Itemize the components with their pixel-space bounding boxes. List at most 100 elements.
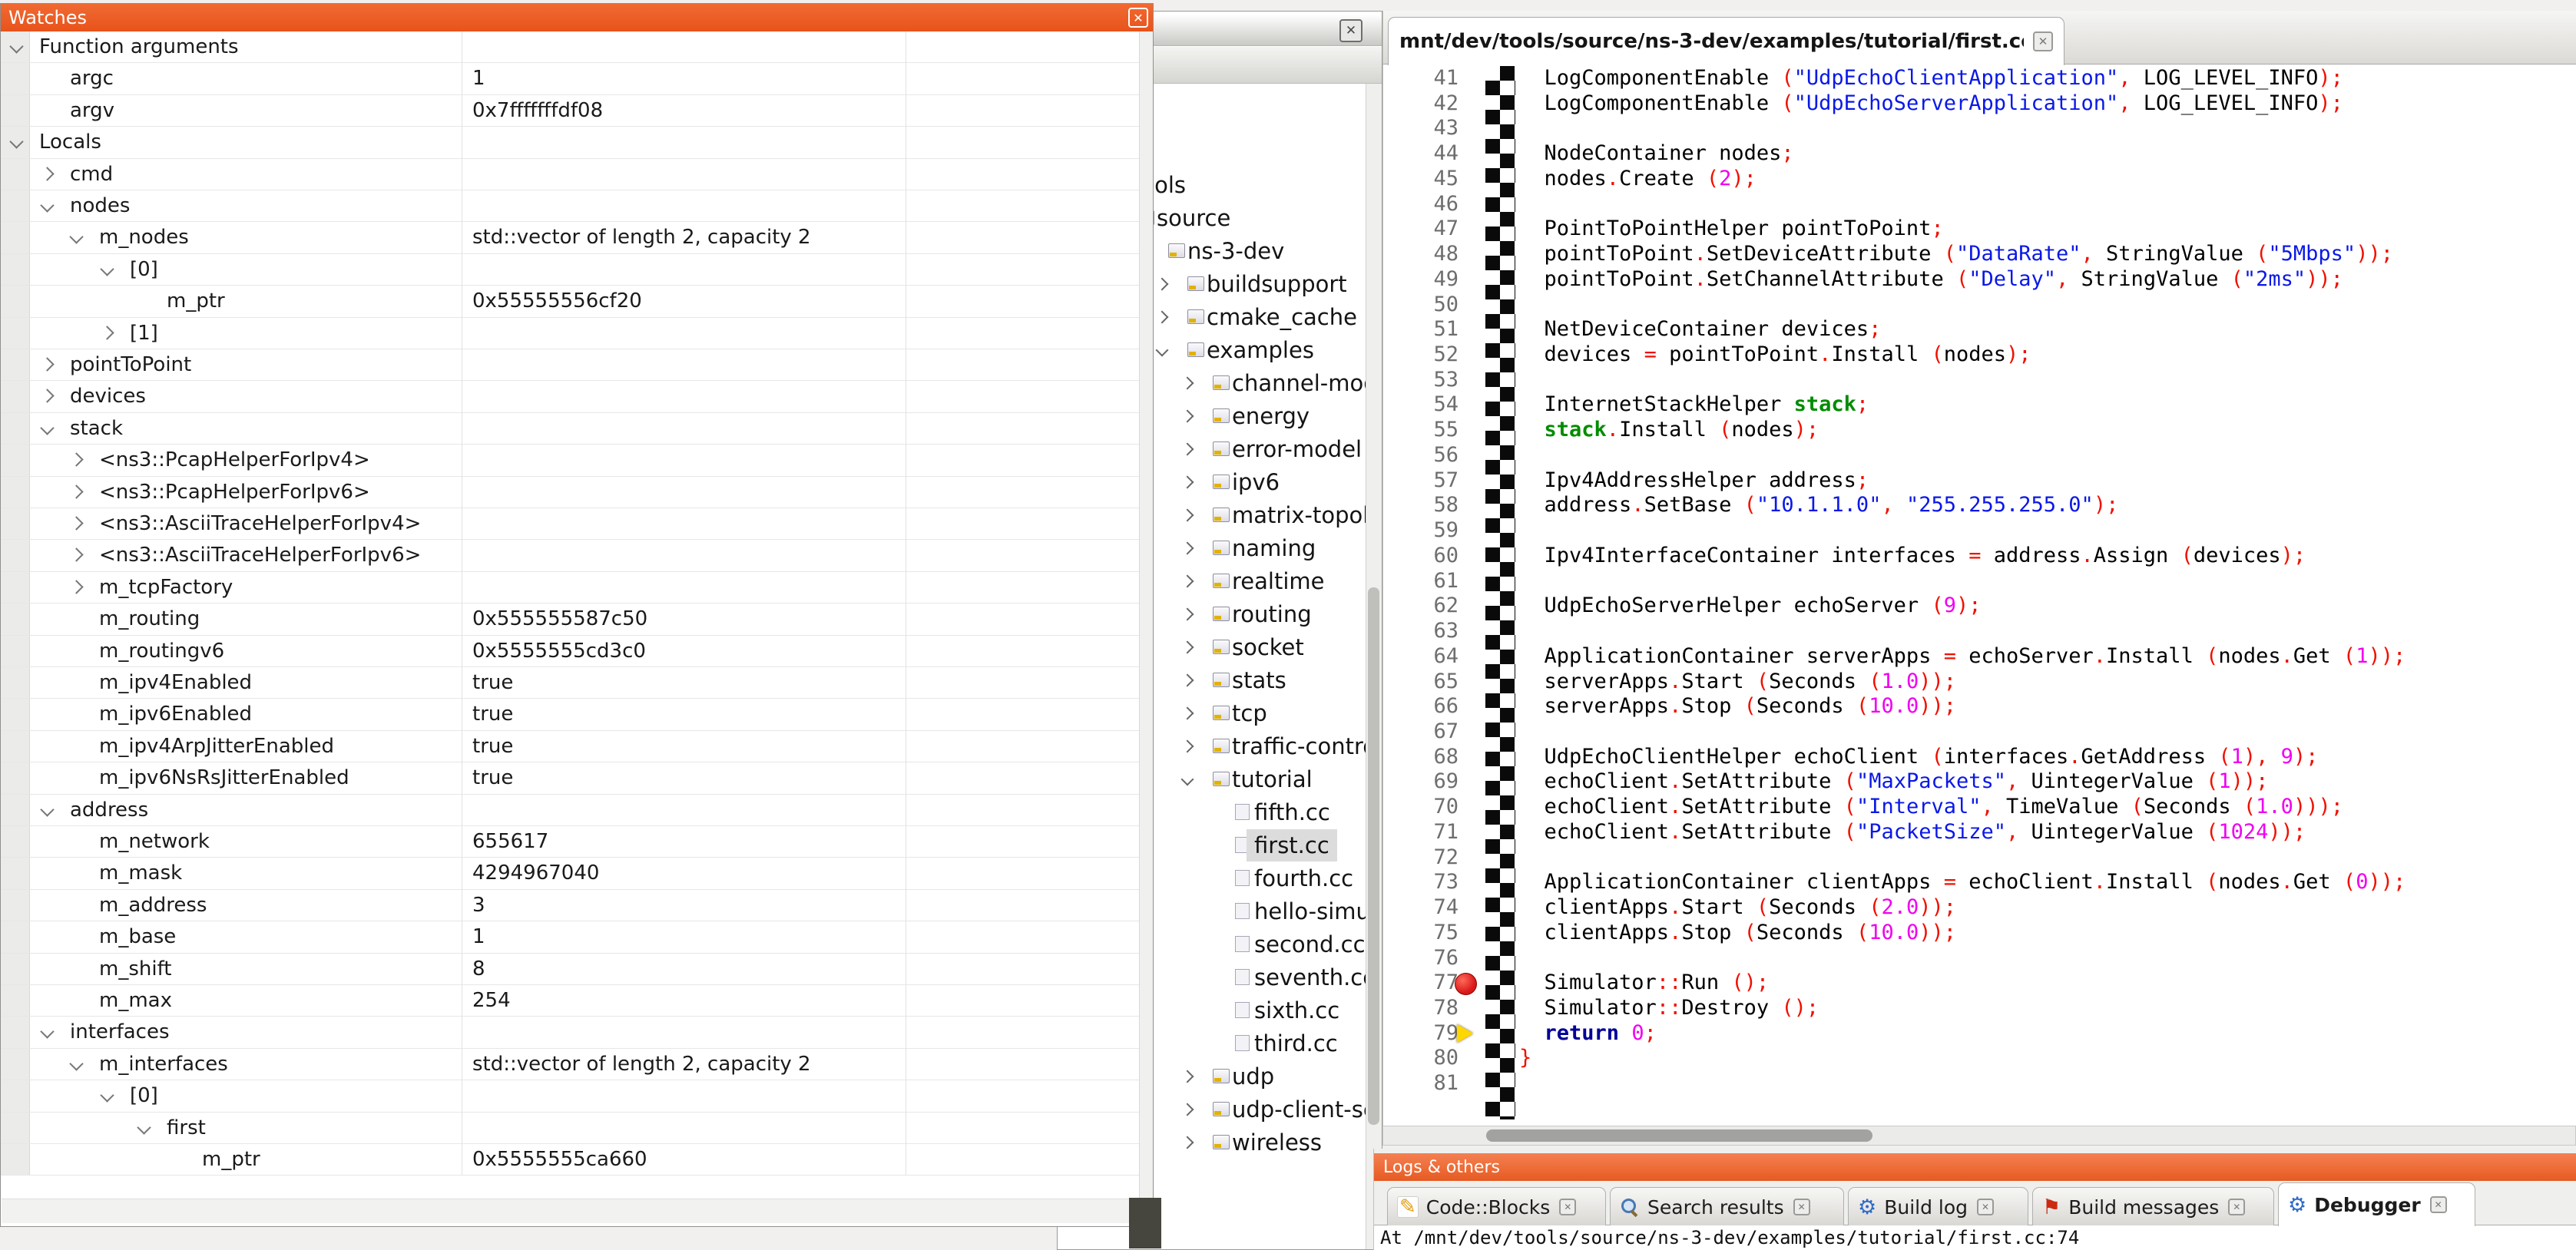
watch-row[interactable]: m_base1	[1, 921, 1139, 953]
code-line[interactable]: 67	[1383, 719, 2576, 745]
code-line[interactable]: 79 return 0;	[1383, 1021, 2576, 1047]
chevron-right-icon[interactable]	[1181, 740, 1194, 753]
code-line[interactable]: 54 InternetStackHelper stack;	[1383, 392, 2576, 418]
code-line[interactable]: 64 ApplicationContainer serverApps = ech…	[1383, 644, 2576, 670]
watch-row[interactable]: m_routing0x555555587c50	[1, 604, 1139, 635]
code-line[interactable]: 72	[1383, 845, 2576, 871]
watch-row[interactable]: argc1	[1, 63, 1139, 94]
code-line[interactable]: 52 devices = pointToPoint.Install (nodes…	[1383, 342, 2576, 368]
chevron-down-icon[interactable]	[9, 39, 23, 53]
watch-row[interactable]: nodes	[1, 190, 1139, 222]
chevron-right-icon[interactable]	[1181, 476, 1194, 489]
code-line[interactable]: 80}	[1383, 1046, 2576, 1071]
watch-row[interactable]: [1]	[1, 318, 1139, 349]
chevron-right-icon[interactable]	[100, 326, 114, 339]
chevron-right-icon[interactable]	[1156, 311, 1169, 324]
code-line[interactable]: 81	[1383, 1071, 2576, 1096]
chevron-down-icon[interactable]	[9, 134, 23, 148]
close-icon[interactable]: ✕	[2033, 31, 2053, 51]
watches-hscrollbar[interactable]	[2, 1199, 1138, 1223]
chevron-right-icon[interactable]	[1181, 443, 1194, 456]
watch-row[interactable]: m_ipv4ArpJitterEnabledtrue	[1, 731, 1139, 762]
chevron-right-icon[interactable]	[69, 516, 83, 530]
chevron-down-icon[interactable]	[1156, 344, 1169, 357]
chevron-right-icon[interactable]	[1181, 410, 1194, 423]
editor-hscrollbar-handle[interactable]	[1486, 1129, 1872, 1142]
code-line[interactable]: 74 clientApps.Start (Seconds (2.0));	[1383, 895, 2576, 921]
code-line[interactable]: 57 Ipv4AddressHelper address;	[1383, 468, 2576, 494]
code-line[interactable]: 70 echoClient.SetAttribute ("Interval", …	[1383, 795, 2576, 820]
watch-row[interactable]: [0]	[1, 1080, 1139, 1112]
logs-tab-build-log[interactable]: ⚙Build log✕	[1848, 1187, 2028, 1226]
code-line[interactable]: 42 LogComponentEnable ("UdpEchoServerApp…	[1383, 91, 2576, 117]
code-line[interactable]: 69 echoClient.SetAttribute ("MaxPackets"…	[1383, 769, 2576, 795]
chevron-down-icon[interactable]	[69, 230, 83, 244]
resize-grip[interactable]	[1129, 1198, 1161, 1248]
chevron-right-icon[interactable]	[1181, 674, 1194, 687]
chevron-right-icon[interactable]	[1156, 278, 1169, 291]
code-line[interactable]: 51 NetDeviceContainer devices;	[1383, 317, 2576, 342]
code-line[interactable]: 73 ApplicationContainer clientApps = ech…	[1383, 870, 2576, 895]
chevron-down-icon[interactable]	[40, 802, 54, 816]
watches-vscrollbar[interactable]	[1139, 31, 1153, 1199]
watch-row[interactable]: <ns3::AsciiTraceHelperForIpv6>	[1, 540, 1139, 571]
breakpoint-icon[interactable]	[1455, 973, 1477, 995]
chevron-down-icon[interactable]	[40, 1025, 54, 1039]
code-line[interactable]: 75 clientApps.Stop (Seconds (10.0));	[1383, 921, 2576, 946]
watch-row[interactable]: m_max254	[1, 985, 1139, 1017]
logs-tab-code-blocks[interactable]: ✎Code::Blocks✕	[1387, 1187, 1606, 1226]
watch-row[interactable]: <ns3::PcapHelperForIpv6>	[1, 477, 1139, 508]
code-line[interactable]: 63	[1383, 619, 2576, 644]
code-line[interactable]: 41 LogComponentEnable ("UdpEchoClientApp…	[1383, 66, 2576, 91]
tree-scrollbar-handle[interactable]	[1368, 587, 1379, 1125]
watch-row[interactable]: m_routingv60x5555555cd3c0	[1, 636, 1139, 667]
chevron-right-icon[interactable]	[1181, 542, 1194, 555]
chevron-down-icon[interactable]	[100, 262, 114, 276]
chevron-right-icon[interactable]	[1181, 1103, 1194, 1116]
watch-row[interactable]: [0]	[1, 254, 1139, 286]
chevron-down-icon[interactable]	[137, 1120, 151, 1134]
watch-row[interactable]: devices	[1, 381, 1139, 412]
watch-row[interactable]: stack	[1, 413, 1139, 445]
watch-row[interactable]: m_network655617	[1, 826, 1139, 858]
editor-hscrollbar[interactable]	[1382, 1126, 2576, 1146]
watch-row[interactable]: <ns3::AsciiTraceHelperForIpv4>	[1, 508, 1139, 540]
chevron-right-icon[interactable]	[1181, 707, 1194, 720]
code-line[interactable]: 49 pointToPoint.SetChannelAttribute ("De…	[1383, 267, 2576, 293]
watch-row[interactable]: first	[1, 1113, 1139, 1144]
code-area[interactable]: 41 LogComponentEnable ("UdpEchoClientApp…	[1382, 64, 2576, 1126]
chevron-right-icon[interactable]	[69, 548, 83, 562]
watch-row[interactable]: Function arguments	[1, 31, 1139, 63]
code-line[interactable]: 76	[1383, 946, 2576, 971]
chevron-right-icon[interactable]	[1181, 575, 1194, 588]
chevron-right-icon[interactable]	[40, 389, 54, 403]
watch-row[interactable]: m_address3	[1, 890, 1139, 921]
code-line[interactable]: 55 stack.Install (nodes);	[1383, 418, 2576, 443]
close-icon[interactable]: ✕	[1977, 1199, 1994, 1215]
watch-row[interactable]: address	[1, 795, 1139, 826]
chevron-right-icon[interactable]	[69, 484, 83, 498]
chevron-right-icon[interactable]	[69, 580, 83, 594]
watch-row[interactable]: m_ipv6NsRsJitterEnabledtrue	[1, 762, 1139, 794]
watch-row[interactable]: m_tcpFactory	[1, 572, 1139, 604]
chevron-down-icon[interactable]	[69, 1057, 83, 1070]
watch-row[interactable]: m_interfacesstd::vector of length 2, cap…	[1, 1049, 1139, 1080]
watch-row[interactable]: m_ipv4Enabledtrue	[1, 667, 1139, 699]
logs-tab-debugger[interactable]: ⚙Debugger✕	[2278, 1182, 2475, 1226]
code-line[interactable]: 44 NodeContainer nodes;	[1383, 141, 2576, 167]
code-line[interactable]: 59	[1383, 518, 2576, 544]
code-line[interactable]: 60 Ipv4InterfaceContainer interfaces = a…	[1383, 544, 2576, 569]
chevron-right-icon[interactable]	[40, 357, 54, 371]
code-line[interactable]: 46	[1383, 192, 2576, 217]
watch-row[interactable]: m_ptr0x5555555ca660	[1, 1144, 1139, 1176]
watch-row[interactable]: cmd	[1, 159, 1139, 190]
code-line[interactable]: 77 Simulator::Run ();	[1383, 971, 2576, 996]
chevron-down-icon[interactable]	[1181, 773, 1194, 786]
close-icon[interactable]: ✕	[2228, 1199, 2245, 1215]
watch-row[interactable]: <ns3::PcapHelperForIpv4>	[1, 445, 1139, 476]
code-line[interactable]: 61	[1383, 569, 2576, 594]
code-line[interactable]: 66 serverApps.Stop (Seconds (10.0));	[1383, 694, 2576, 719]
watch-row[interactable]: m_shift8	[1, 954, 1139, 985]
watch-row[interactable]: pointToPoint	[1, 349, 1139, 381]
code-line[interactable]: 71 echoClient.SetAttribute ("PacketSize"…	[1383, 820, 2576, 845]
